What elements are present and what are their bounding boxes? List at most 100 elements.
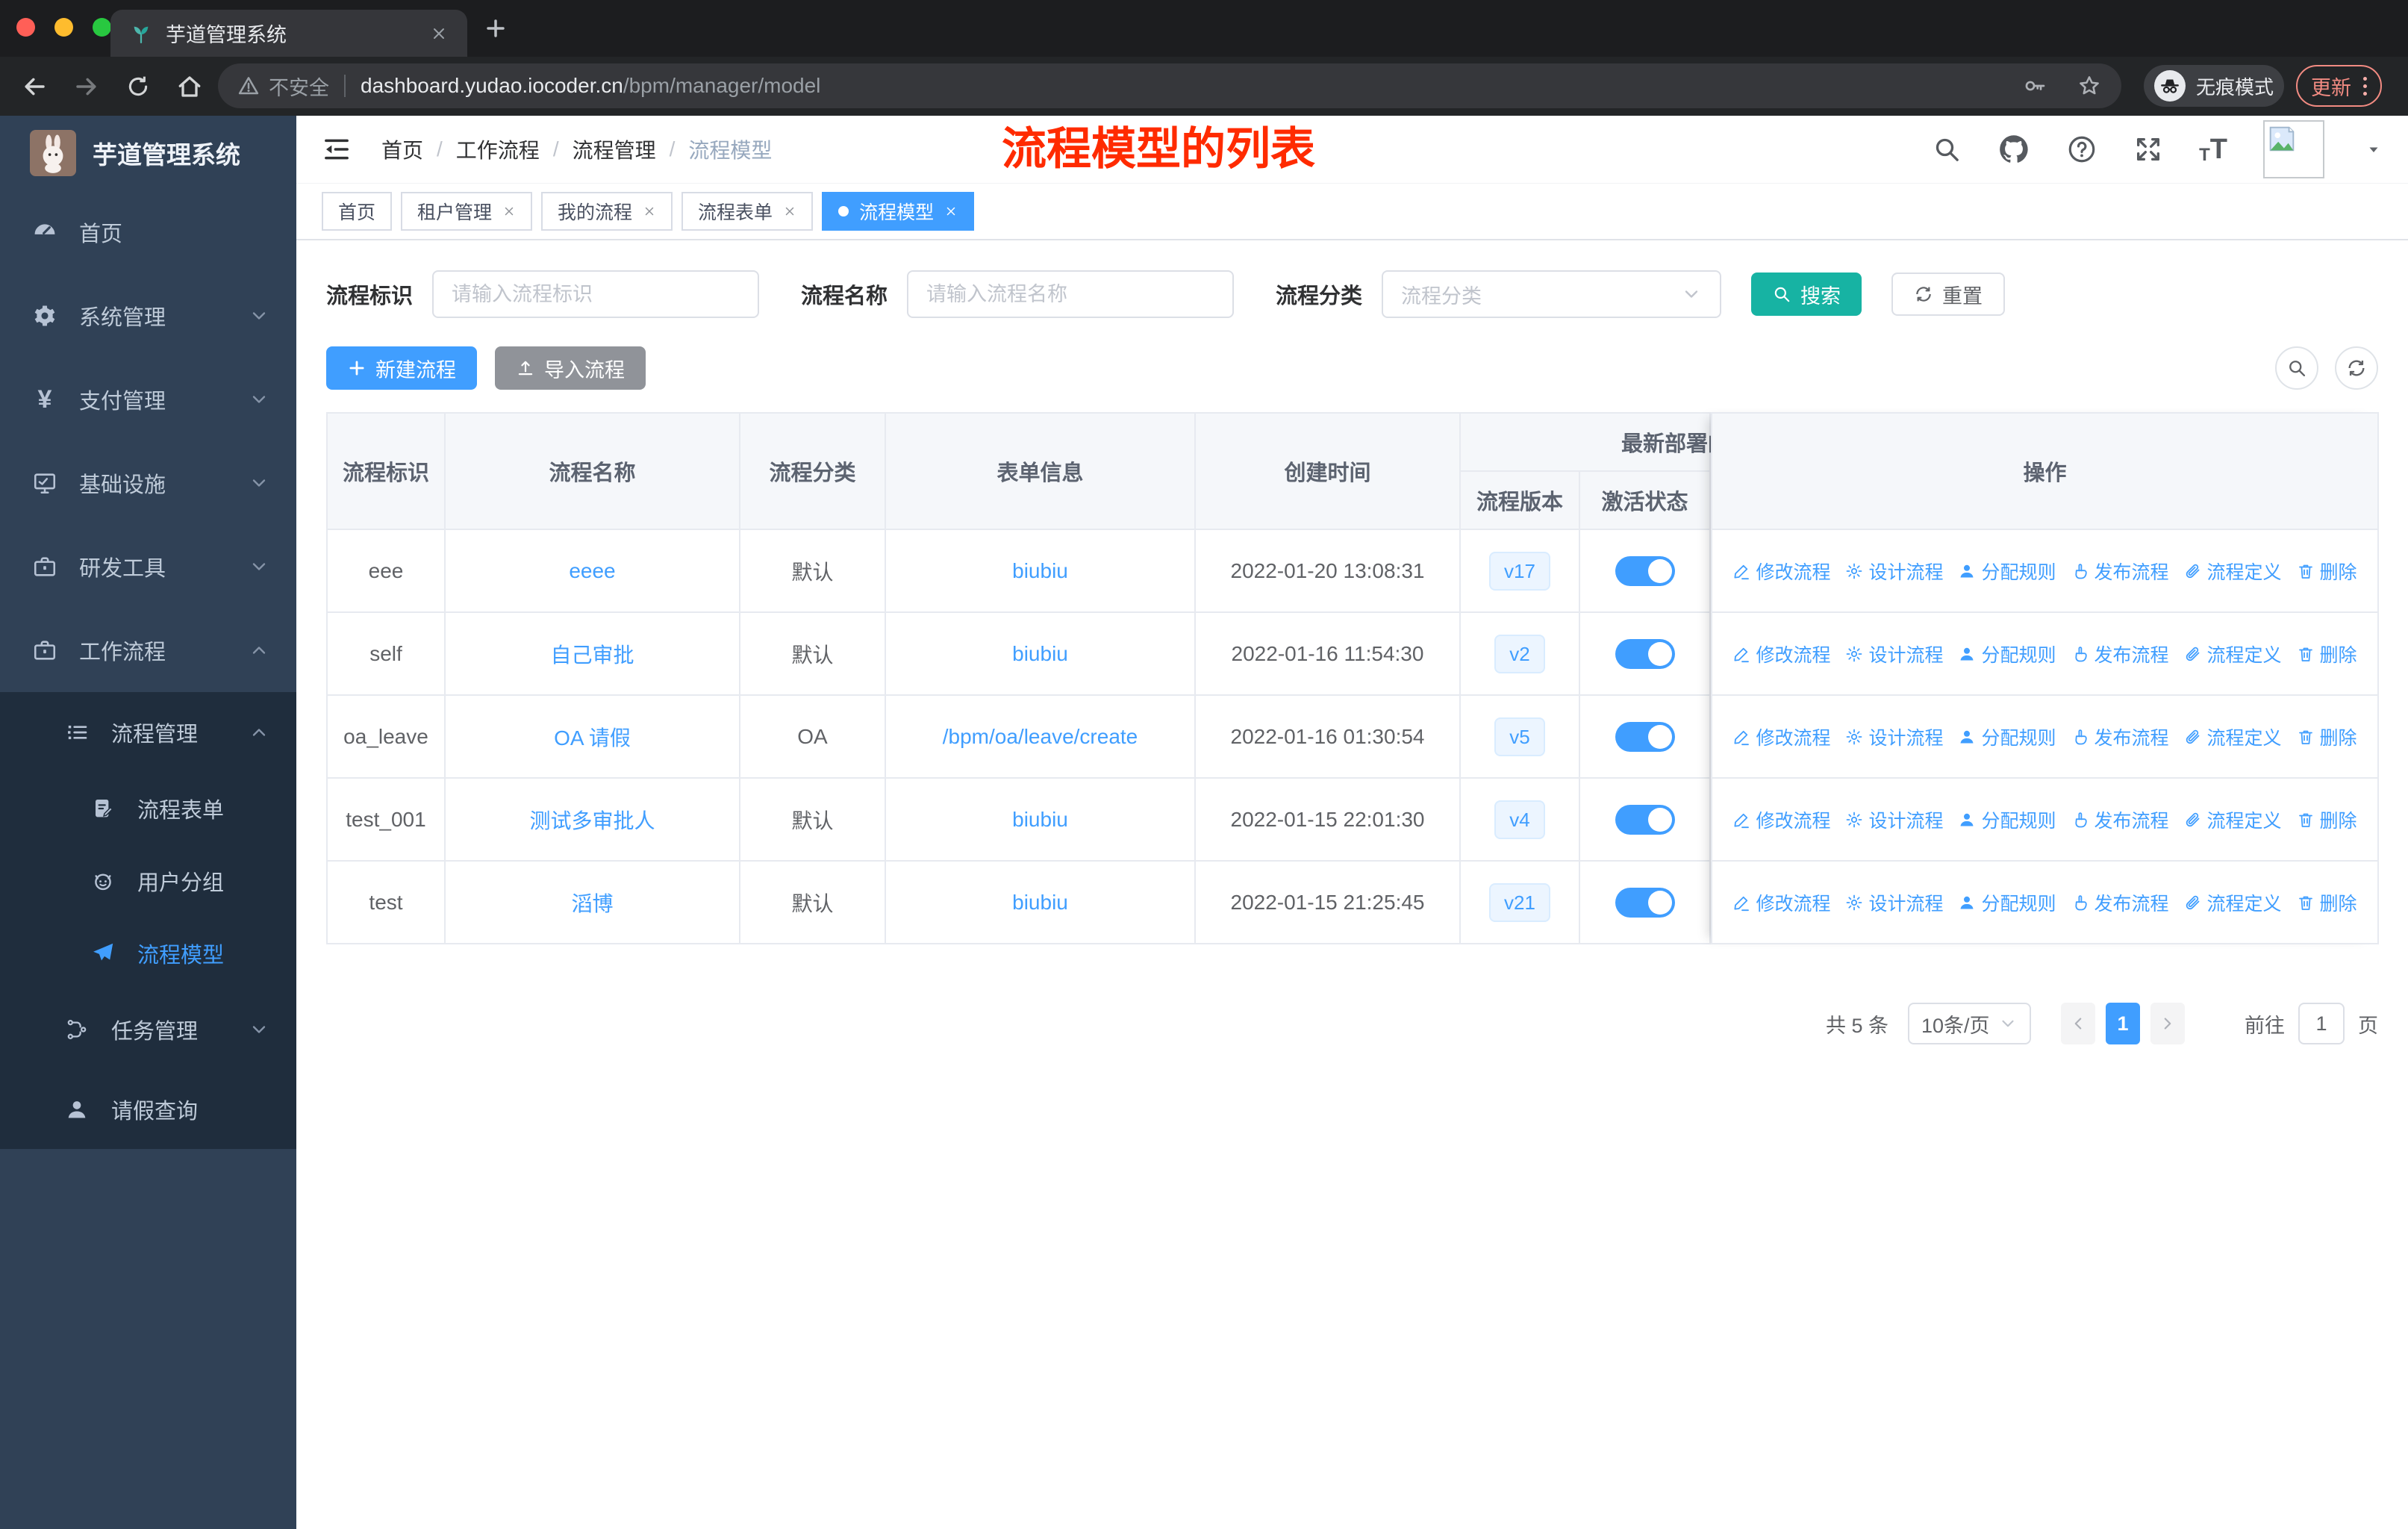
form-info-link[interactable]: /bpm/oa/leave/create bbox=[943, 725, 1138, 748]
sidebar-item-devtools[interactable]: 研发工具 bbox=[0, 525, 296, 608]
url-bar[interactable]: 不安全 dashboard.yudao.iocoder.cn/bpm/manag… bbox=[218, 63, 2121, 108]
font-size-icon[interactable]: TT bbox=[2199, 134, 2227, 166]
row-action-assign-rule[interactable]: 分配规则 bbox=[1958, 723, 2056, 750]
row-action-assign-rule[interactable]: 分配规则 bbox=[1958, 806, 2056, 833]
process-name-link[interactable]: eeee bbox=[569, 559, 615, 582]
row-action-edit[interactable]: 修改流程 bbox=[1732, 723, 1830, 750]
home-icon[interactable] bbox=[176, 73, 203, 100]
fullscreen-icon[interactable] bbox=[2133, 134, 2163, 164]
search-button[interactable]: 搜索 bbox=[1751, 273, 1862, 316]
row-action-edit[interactable]: 修改流程 bbox=[1732, 558, 1830, 585]
row-action-edit[interactable]: 修改流程 bbox=[1732, 641, 1830, 667]
row-action-assign-rule[interactable]: 分配规则 bbox=[1958, 558, 2056, 585]
row-action-edit[interactable]: 修改流程 bbox=[1732, 889, 1830, 916]
sidebar-item-task-management[interactable]: 任务管理 bbox=[0, 989, 296, 1069]
status-toggle[interactable] bbox=[1615, 721, 1675, 752]
row-action-delete[interactable]: 删除 bbox=[2297, 641, 2357, 667]
sidebar-item-system[interactable]: 系统管理 bbox=[0, 274, 296, 358]
row-action-design[interactable]: 设计流程 bbox=[1845, 889, 1943, 916]
form-info-link[interactable]: biubiu bbox=[1012, 891, 1068, 914]
row-action-publish[interactable]: 发布流程 bbox=[2071, 641, 2169, 667]
sidebar-item-process-form[interactable]: 流程表单 bbox=[0, 772, 296, 844]
status-toggle[interactable] bbox=[1615, 887, 1675, 918]
breadcrumb-home[interactable]: 首页 bbox=[381, 134, 423, 164]
show-search-button[interactable] bbox=[2275, 346, 2318, 390]
key-icon[interactable] bbox=[2023, 74, 2047, 98]
forward-icon[interactable] bbox=[73, 73, 100, 100]
help-icon[interactable] bbox=[2066, 134, 2097, 165]
sidebar-item-workflow[interactable]: 工作流程 bbox=[0, 608, 296, 692]
row-action-publish[interactable]: 发布流程 bbox=[2071, 723, 2169, 750]
row-action-delete[interactable]: 删除 bbox=[2297, 558, 2357, 585]
prev-page-button[interactable] bbox=[2061, 1003, 2095, 1044]
status-toggle[interactable] bbox=[1615, 638, 1675, 669]
breadcrumb-workflow[interactable]: 工作流程 bbox=[456, 134, 540, 164]
sidebar-item-process-model[interactable]: 流程模型 bbox=[0, 917, 296, 989]
row-action-assign-rule[interactable]: 分配规则 bbox=[1958, 641, 2056, 667]
process-name-link[interactable]: OA 请假 bbox=[554, 726, 631, 750]
sidebar-item-payment[interactable]: ¥ 支付管理 bbox=[0, 358, 296, 441]
row-action-delete[interactable]: 删除 bbox=[2297, 806, 2357, 833]
search-icon[interactable] bbox=[1932, 134, 1962, 164]
create-process-button[interactable]: 新建流程 bbox=[326, 346, 477, 390]
tag-close-icon[interactable] bbox=[643, 205, 656, 218]
close-window-button[interactable] bbox=[16, 18, 35, 37]
sidebar-item-home[interactable]: 首页 bbox=[0, 190, 296, 274]
status-toggle[interactable] bbox=[1615, 555, 1675, 586]
zoom-window-button[interactable] bbox=[93, 18, 111, 37]
minimize-window-button[interactable] bbox=[54, 18, 73, 37]
row-action-design[interactable]: 设计流程 bbox=[1845, 723, 1943, 750]
row-action-definition[interactable]: 流程定义 bbox=[2184, 558, 2282, 585]
chrome-update-button[interactable]: 更新 bbox=[2296, 65, 2382, 107]
not-secure-warning-icon[interactable] bbox=[237, 75, 260, 97]
bookmark-star-icon[interactable] bbox=[2077, 73, 2102, 99]
row-action-delete[interactable]: 删除 bbox=[2297, 889, 2357, 916]
row-action-edit[interactable]: 修改流程 bbox=[1732, 806, 1830, 833]
form-info-link[interactable]: biubiu bbox=[1012, 559, 1068, 582]
window-controls[interactable] bbox=[16, 18, 111, 37]
tag-tenant[interactable]: 租户管理 bbox=[401, 192, 533, 231]
form-info-link[interactable]: biubiu bbox=[1012, 808, 1068, 831]
tag-process-form[interactable]: 流程表单 bbox=[681, 192, 814, 231]
avatar-caret-down-icon[interactable] bbox=[2365, 140, 2383, 158]
row-action-design[interactable]: 设计流程 bbox=[1845, 806, 1943, 833]
row-action-design[interactable]: 设计流程 bbox=[1845, 558, 1943, 585]
tab-close-icon[interactable] bbox=[430, 25, 448, 43]
tag-process-model[interactable]: 流程模型 bbox=[822, 192, 975, 231]
goto-page-input[interactable] bbox=[2298, 1003, 2345, 1044]
category-select[interactable]: 流程分类 bbox=[1382, 270, 1722, 318]
github-icon[interactable] bbox=[1997, 133, 2030, 166]
process-name-link[interactable]: 自己审批 bbox=[550, 644, 634, 667]
browser-tab[interactable]: 芋道管理系统 bbox=[110, 10, 467, 57]
import-process-button[interactable]: 导入流程 bbox=[495, 346, 646, 390]
next-page-button[interactable] bbox=[2150, 1003, 2185, 1044]
row-action-definition[interactable]: 流程定义 bbox=[2184, 723, 2282, 750]
new-tab-button[interactable] bbox=[484, 16, 508, 40]
reset-button[interactable]: 重置 bbox=[1891, 273, 2006, 316]
row-action-publish[interactable]: 发布流程 bbox=[2071, 889, 2169, 916]
sidebar-item-user-group[interactable]: 用户分组 bbox=[0, 844, 296, 917]
row-action-delete[interactable]: 删除 bbox=[2297, 723, 2357, 750]
tag-close-icon[interactable] bbox=[502, 205, 516, 218]
page-number-current[interactable]: 1 bbox=[2106, 1003, 2140, 1044]
process-name-link[interactable]: 测试多审批人 bbox=[529, 809, 655, 832]
row-action-definition[interactable]: 流程定义 bbox=[2184, 889, 2282, 916]
refresh-table-button[interactable] bbox=[2335, 346, 2378, 390]
page-size-select[interactable]: 10条/页 bbox=[1908, 1003, 2031, 1044]
tag-my-process[interactable]: 我的流程 bbox=[541, 192, 673, 231]
row-action-definition[interactable]: 流程定义 bbox=[2184, 641, 2282, 667]
breadcrumb-process-management[interactable]: 流程管理 bbox=[573, 134, 656, 164]
browser-menu-icon[interactable] bbox=[2363, 76, 2367, 96]
sidebar-item-leave-query[interactable]: 请假查询 bbox=[0, 1069, 296, 1149]
tag-close-icon[interactable] bbox=[944, 205, 958, 218]
row-action-definition[interactable]: 流程定义 bbox=[2184, 806, 2282, 833]
avatar[interactable] bbox=[2263, 120, 2324, 178]
sidebar-collapse-icon[interactable] bbox=[322, 134, 352, 164]
sidebar-item-process-management[interactable]: 流程管理 bbox=[0, 692, 296, 772]
tag-close-icon[interactable] bbox=[783, 205, 796, 218]
status-toggle[interactable] bbox=[1615, 804, 1675, 835]
row-action-design[interactable]: 设计流程 bbox=[1845, 641, 1943, 667]
process-name-input[interactable] bbox=[907, 270, 1235, 318]
back-icon[interactable] bbox=[21, 73, 48, 100]
sidebar-item-infrastructure[interactable]: 基础设施 bbox=[0, 441, 296, 525]
